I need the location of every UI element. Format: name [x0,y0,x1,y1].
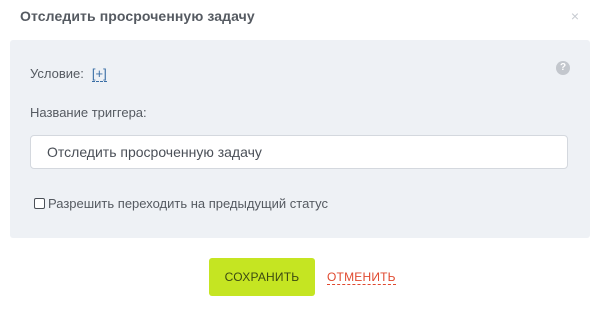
dialog-title: Отследить просроченную задачу [20,8,255,24]
condition-row: Условие: [+] [30,66,107,82]
cancel-link[interactable]: ОТМЕНИТЬ [327,270,396,285]
trigger-name-label: Название триггера: [30,105,147,120]
allow-previous-status-label: Разрешить переходить на предыдущий стату… [48,196,328,211]
trigger-name-input[interactable] [30,135,568,169]
close-icon[interactable]: × [569,8,581,24]
trigger-settings-panel: ? Условие: [+] Название триггера: Разреши… [10,40,590,238]
allow-previous-status-checkbox[interactable] [34,198,45,209]
help-icon[interactable]: ? [556,61,570,75]
add-condition-link[interactable]: [+] [91,66,107,82]
condition-label: Условие: [30,66,84,81]
allow-previous-status-option[interactable]: Разрешить переходить на предыдущий стату… [34,196,328,211]
save-button[interactable]: СОХРАНИТЬ [209,258,315,296]
trigger-dialog: Отследить просроченную задачу × ? Услови… [0,0,597,309]
